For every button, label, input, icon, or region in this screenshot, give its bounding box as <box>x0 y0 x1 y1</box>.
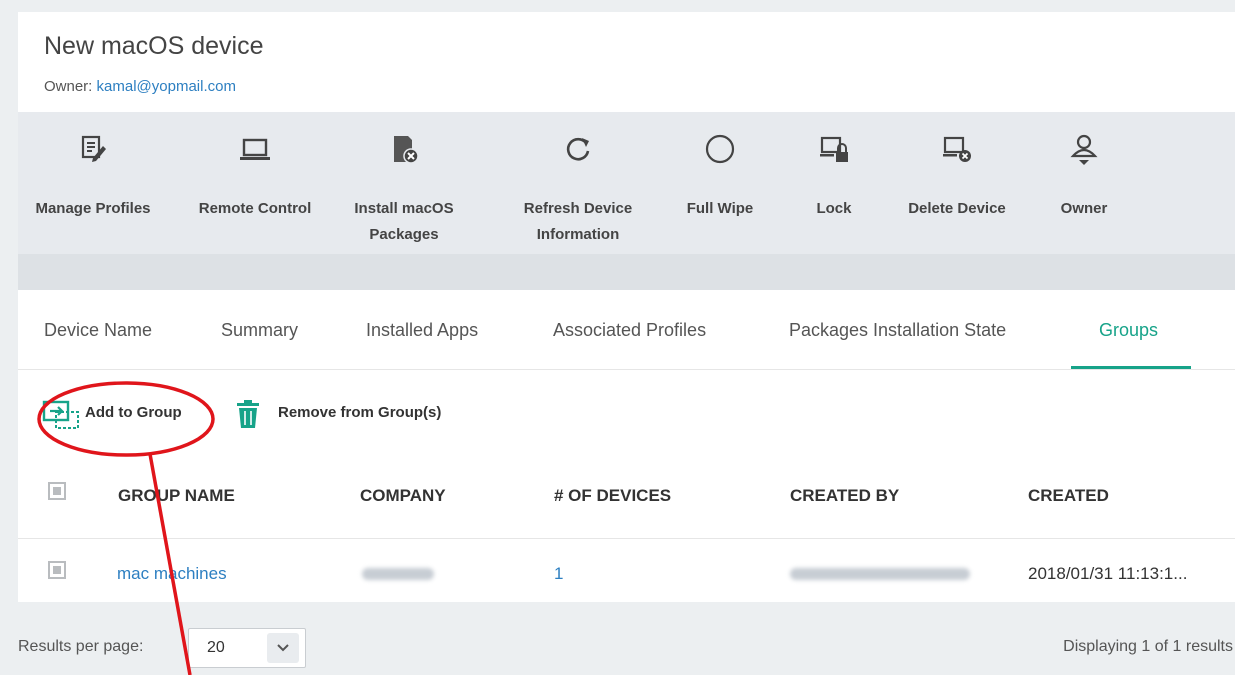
refresh-line-2: Information <box>536 226 620 243</box>
refresh-device-button[interactable]: Refresh Device Information <box>504 112 652 254</box>
created-date: 2018/01/31 11:13:1... <box>1028 564 1188 583</box>
manage-profiles-label: Manage Profiles <box>35 200 151 217</box>
delete-device-icon <box>943 136 971 162</box>
owner-email-link[interactable]: kamal@yopmail.com <box>97 78 236 95</box>
tab-summary[interactable]: Summary <box>221 320 298 341</box>
tab-packages-installation-state[interactable]: Packages Installation State <box>789 320 1006 341</box>
add-to-group-button[interactable]: Add to Group <box>85 404 182 421</box>
results-count: Displaying 1 of 1 results <box>1063 638 1233 655</box>
device-header: New macOS device Owner: kamal@yopmail.co… <box>18 12 1235 112</box>
results-per-page-select[interactable]: 20 <box>188 628 306 668</box>
tab-groups[interactable]: Groups <box>1099 320 1158 341</box>
trash-icon <box>237 400 259 428</box>
lock-icon <box>820 136 848 162</box>
remote-control-label: Remote Control <box>198 200 312 217</box>
refresh-device-label: Refresh Device Information <box>504 196 652 248</box>
column-created-by[interactable]: CREATED BY <box>790 486 899 506</box>
tab-installed-apps[interactable]: Installed Apps <box>366 320 478 341</box>
add-to-group-icon <box>42 400 79 429</box>
full-wipe-button[interactable]: Full Wipe <box>668 112 772 254</box>
manage-profiles-icon <box>81 135 106 162</box>
delete-device-button[interactable]: Delete Device <box>892 112 1022 254</box>
tab-device-name[interactable]: Device Name <box>44 320 152 341</box>
owner-icon <box>1070 134 1098 165</box>
delete-device-label: Delete Device <box>908 200 1006 217</box>
remove-from-group-button[interactable]: Remove from Group(s) <box>278 404 441 421</box>
results-per-page-label: Results per page: <box>18 638 144 655</box>
refresh-line-1: Refresh Device <box>523 200 633 217</box>
laptop-icon <box>240 138 270 160</box>
row-checkbox[interactable] <box>48 561 66 579</box>
manage-profiles-button[interactable]: Manage Profiles <box>18 112 168 254</box>
install-packages-line-1: Install macOS <box>354 200 454 217</box>
group-name-link[interactable]: mac machines <box>117 564 227 584</box>
install-packages-label: Install macOS Packages <box>336 196 472 248</box>
column-group-name[interactable]: GROUP NAME <box>118 486 235 506</box>
chevron-down-icon <box>267 633 299 663</box>
owner-info: Owner: kamal@yopmail.com <box>44 78 236 95</box>
tab-associated-profiles[interactable]: Associated Profiles <box>553 320 706 341</box>
column-devices[interactable]: # OF DEVICES <box>554 486 671 506</box>
full-wipe-label: Full Wipe <box>686 200 754 217</box>
device-toolbar: Manage Profiles Remote Control Install m… <box>18 112 1235 254</box>
section-separator <box>18 254 1235 290</box>
lock-button[interactable]: Lock <box>794 112 874 254</box>
install-packages-button[interactable]: Install macOS Packages <box>336 112 472 254</box>
column-company[interactable]: COMPANY <box>360 486 446 506</box>
page-title: New macOS device <box>44 32 264 60</box>
groups-panel: Device Name Summary Installed Apps Assoc… <box>18 290 1235 602</box>
install-packages-line-2: Packages <box>369 226 439 243</box>
refresh-icon <box>566 137 590 161</box>
owner-label-btn: Owner <box>1060 200 1108 217</box>
lock-label: Lock <box>816 200 852 217</box>
devices-count-link[interactable]: 1 <box>554 564 563 584</box>
column-created[interactable]: CREATED <box>1028 486 1109 506</box>
owner-button[interactable]: Owner <box>1044 112 1124 254</box>
tab-divider <box>18 369 1235 370</box>
remote-control-button[interactable]: Remote Control <box>176 112 334 254</box>
table-header-divider <box>18 538 1235 539</box>
select-all-checkbox[interactable] <box>48 482 66 500</box>
install-package-icon <box>394 136 419 164</box>
owner-label: Owner: <box>44 78 93 95</box>
full-wipe-icon <box>705 134 735 164</box>
created-by-redacted <box>790 568 970 580</box>
per-page-value: 20 <box>207 639 225 656</box>
company-redacted <box>362 568 434 580</box>
